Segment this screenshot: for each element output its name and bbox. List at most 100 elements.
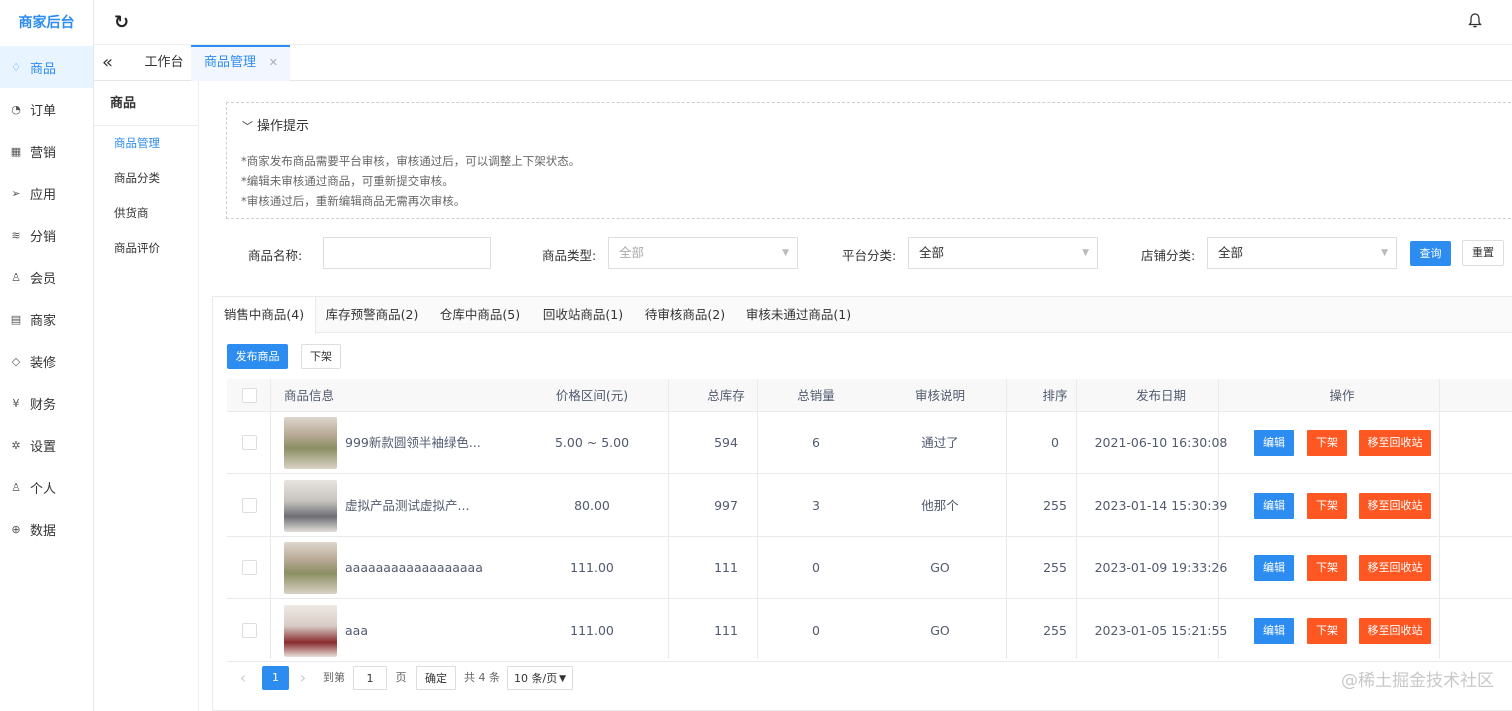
store-category-value: 全部 xyxy=(1218,245,1244,260)
goods-thumbnail xyxy=(284,479,337,532)
nav-item[interactable]: ≋ 分销 xyxy=(0,214,93,256)
nav-item[interactable]: ◇ 装修 xyxy=(0,340,93,382)
edit-button[interactable]: 编辑 xyxy=(1254,617,1294,644)
yen-icon: ¥ xyxy=(12,396,20,410)
nav-item[interactable]: ▤ 商家 xyxy=(0,298,93,340)
goods-price: 80.00 xyxy=(574,497,610,513)
tab-pending-review[interactable]: 待审核商品(2) xyxy=(634,297,736,333)
tab-workbench[interactable]: 工作台 xyxy=(140,45,188,81)
move-to-recycle-button[interactable]: 移至回收站 xyxy=(1359,555,1431,581)
goto-page-input[interactable]: 1 xyxy=(353,666,387,690)
tab-in-warehouse[interactable]: 仓库中商品(5) xyxy=(428,297,532,333)
nav-item-label: 个人 xyxy=(30,481,57,497)
tab-recycle-bin[interactable]: 回收站商品(1) xyxy=(532,297,634,333)
move-to-recycle-button[interactable]: 移至回收站 xyxy=(1359,430,1431,456)
move-to-recycle-button[interactable]: 移至回收站 xyxy=(1359,492,1431,519)
row-checkbox[interactable] xyxy=(242,497,257,513)
tab-review-rejected[interactable]: 审核未通过商品(1) xyxy=(736,297,861,333)
goods-publish-date: 2023-01-14 15:30:39 xyxy=(1094,497,1228,513)
goto-confirm-button[interactable]: 确定 xyxy=(416,666,456,690)
goods-name[interactable]: 999新款圆领半袖绿色... xyxy=(345,412,485,474)
nav-item[interactable]: ♙ 个人 xyxy=(0,466,93,508)
page-size-select[interactable]: 10 条/页 ▼ xyxy=(507,666,573,690)
refresh-icon[interactable]: ↻ xyxy=(114,12,129,33)
goods-name[interactable]: aaa xyxy=(345,600,485,662)
goods-price: 5.00 ~ 5.00 xyxy=(554,435,630,450)
reset-button[interactable]: 重置 xyxy=(1462,240,1504,266)
col-total-sales: 总销量 xyxy=(797,388,835,403)
tips-toggle[interactable]: ﹀ 操作提示 xyxy=(242,115,309,134)
nav-item[interactable]: ▦ 营销 xyxy=(0,130,93,172)
goods-publish-date: 2023-01-09 19:33:26 xyxy=(1094,560,1228,575)
row-checkbox[interactable] xyxy=(242,560,257,575)
sub-item-goods-review[interactable]: 商品评价 xyxy=(94,231,198,266)
offline-button[interactable]: 下架 xyxy=(1307,430,1347,456)
page-unit-label: 页 xyxy=(395,671,407,684)
tab-stock-warning[interactable]: 库存预警商品(2) xyxy=(316,297,428,333)
col-goods-info: 商品信息 xyxy=(284,388,335,403)
nav-item[interactable]: ♢ 商品 xyxy=(0,46,93,88)
goods-sort: 255 xyxy=(1043,622,1067,638)
goods-sales: 0 xyxy=(812,560,820,575)
next-page-button[interactable]: › xyxy=(293,666,313,690)
bulk-offline-button[interactable]: 下架 xyxy=(301,344,341,369)
sub-item-supplier[interactable]: 供货商 xyxy=(94,196,198,231)
select-all-checkbox[interactable] xyxy=(242,388,257,403)
nav-item[interactable]: ➢ 应用 xyxy=(0,172,93,214)
edit-button[interactable]: 编辑 xyxy=(1254,555,1294,581)
notification-bell-icon[interactable] xyxy=(1468,13,1482,32)
diamond-icon: ♢ xyxy=(11,60,21,74)
goods-review-note: GO xyxy=(930,622,950,638)
goods-name[interactable]: 虚拟产品测试虚拟产... xyxy=(345,475,485,537)
page-1-button[interactable]: 1 xyxy=(262,666,289,690)
goods-review-note: 他那个 xyxy=(921,497,959,513)
row-checkbox[interactable] xyxy=(242,622,257,638)
nav-item[interactable]: ◔ 订单 xyxy=(0,88,93,130)
row-checkbox[interactable] xyxy=(242,435,257,450)
caret-down-icon: ▼ xyxy=(782,248,789,258)
offline-button[interactable]: 下架 xyxy=(1307,492,1347,519)
user-icon: ♙ xyxy=(11,270,21,284)
sub-item-goods-category[interactable]: 商品分类 xyxy=(94,161,198,196)
top-bar: ↻ xyxy=(94,0,1512,45)
nav-item[interactable]: ⊕ 数据 xyxy=(0,508,93,550)
chevron-down-icon: ▼ xyxy=(559,674,566,684)
tab-goods-manage[interactable]: 商品管理 ✕ xyxy=(191,45,290,81)
table-row: aaaaaaaaaaaaaaaaaa 111.00 111 0 GO 255 2023-01… xyxy=(227,537,1512,599)
prev-page-button[interactable]: ‹ xyxy=(233,666,253,690)
publish-goods-button[interactable]: 发布商品 xyxy=(227,344,288,369)
offline-button[interactable]: 下架 xyxy=(1307,617,1347,644)
offline-button[interactable]: 下架 xyxy=(1307,555,1347,581)
tag-icon: ◇ xyxy=(11,354,21,368)
store-category-select[interactable]: 全部 ▼ xyxy=(1207,237,1397,269)
close-tab-icon[interactable]: ✕ xyxy=(269,47,278,79)
sub-sidebar-title: 商品 xyxy=(94,81,198,126)
sub-item-goods-manage[interactable]: 商品管理 xyxy=(94,126,198,161)
nav-item-label: 商家 xyxy=(30,313,57,329)
platform-category-select[interactable]: 全部 ▼ xyxy=(908,237,1098,269)
nav-item[interactable]: ¥ 财务 xyxy=(0,382,93,424)
query-button[interactable]: 查询 xyxy=(1410,241,1451,266)
move-to-recycle-button[interactable]: 移至回收站 xyxy=(1359,617,1431,644)
page-tab-bar: « 工作台 商品管理 ✕ xyxy=(94,45,1512,81)
goods-sort: 255 xyxy=(1043,560,1067,575)
goods-sales: 6 xyxy=(812,435,820,450)
goods-name-input[interactable] xyxy=(323,237,491,269)
goto-label: 到第 xyxy=(323,671,345,684)
tab-on-sale[interactable]: 销售中商品(4) xyxy=(213,297,316,334)
col-actions: 操作 xyxy=(1329,388,1355,403)
nav-item[interactable]: ♙ 会员 xyxy=(0,256,93,298)
nav-item[interactable]: ✲ 设置 xyxy=(0,424,93,466)
tab-goods-manage-label: 商品管理 xyxy=(204,55,257,70)
goods-sales: 0 xyxy=(812,622,820,638)
tips-line: *商家发布商品需要平台审核，审核通过后，可以调整上下架状态。 xyxy=(241,154,581,168)
goods-type-select[interactable]: 全部 ▼ xyxy=(608,237,798,269)
goods-sales: 3 xyxy=(812,497,820,513)
goods-publish-date: 2021-06-10 16:30:08 xyxy=(1094,435,1228,450)
table-row: 虚拟产品测试虚拟产... 80.00 997 3 他那个 255 2023-01-14 15… xyxy=(227,475,1512,537)
goods-name[interactable]: aaaaaaaaaaaaaaaaaa xyxy=(345,537,485,599)
edit-button[interactable]: 编辑 xyxy=(1254,430,1294,456)
col-review-note: 审核说明 xyxy=(914,388,965,403)
collapse-sidebar-icon[interactable]: « xyxy=(102,52,113,73)
edit-button[interactable]: 编辑 xyxy=(1254,492,1294,519)
